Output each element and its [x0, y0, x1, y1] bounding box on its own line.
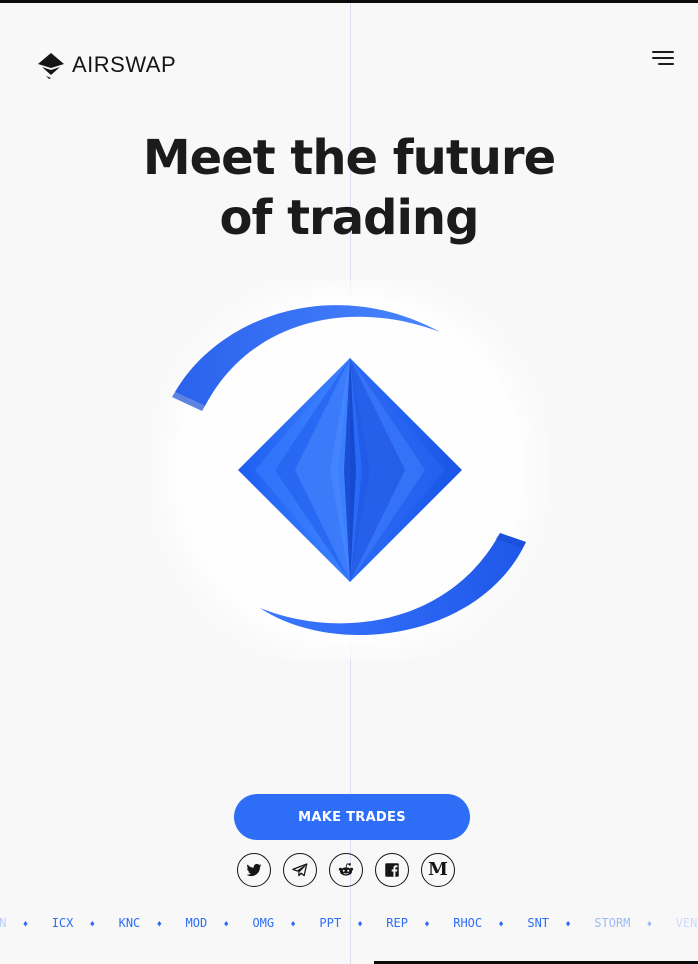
ticker-separator: ♦ [424, 920, 430, 930]
ticker-token: PPT [319, 916, 342, 930]
airswap-logo-link[interactable]: AIRSWAP [36, 50, 176, 80]
top-border [0, 0, 698, 3]
ticker-separator: ♦ [156, 920, 162, 930]
headline-line-2: of trading [219, 190, 480, 246]
telegram-icon[interactable] [283, 853, 317, 887]
ticker-separator: ♦ [357, 920, 363, 930]
hamburger-menu-icon[interactable] [652, 51, 674, 67]
token-ticker: CN♦ ICX♦ KNC♦ MOD♦ OMG♦ PPT♦ REP♦ RHOC♦ … [0, 914, 698, 932]
ticker-separator: ♦ [290, 920, 296, 930]
ticker-token: RHOC [453, 916, 483, 930]
ticker-separator: ♦ [565, 920, 571, 930]
ticker-token: OMG [252, 916, 275, 930]
twitter-icon[interactable] [237, 853, 271, 887]
ticker-separator: ♦ [646, 920, 653, 930]
ticker-token: VEN [675, 916, 698, 930]
medium-glyph: M [428, 859, 448, 880]
ticker-token: KNC [118, 916, 141, 930]
ticker-token: ICX [51, 916, 74, 930]
ticker-separator: ♦ [223, 920, 229, 930]
ticker-separator: ♦ [89, 920, 96, 930]
ticker-separator: ♦ [22, 920, 29, 930]
page-title: Meet the future of trading [0, 128, 698, 248]
facebook-icon[interactable] [375, 853, 409, 887]
make-trades-button[interactable]: MAKE TRADES [234, 794, 470, 840]
brand-name: AIRSWAP [72, 52, 177, 77]
ticker-token: STORM [594, 916, 631, 930]
social-links: M [237, 853, 455, 888]
ticker-separator: ♦ [498, 920, 504, 930]
headline-line-1: Meet the future [142, 130, 556, 186]
airswap-logo-icon [38, 53, 64, 79]
ticker-token: MOD [185, 916, 208, 930]
medium-icon[interactable]: M [421, 853, 455, 887]
ticker-token: CN [0, 916, 7, 930]
landing-page: AIRSWAP Meet the future of trading MAKE … [0, 0, 698, 964]
ticker-token: REP [386, 916, 408, 930]
reddit-icon[interactable] [329, 853, 363, 887]
ticker-token: SNT [527, 916, 550, 930]
diamond-swap-illustration [150, 280, 550, 660]
